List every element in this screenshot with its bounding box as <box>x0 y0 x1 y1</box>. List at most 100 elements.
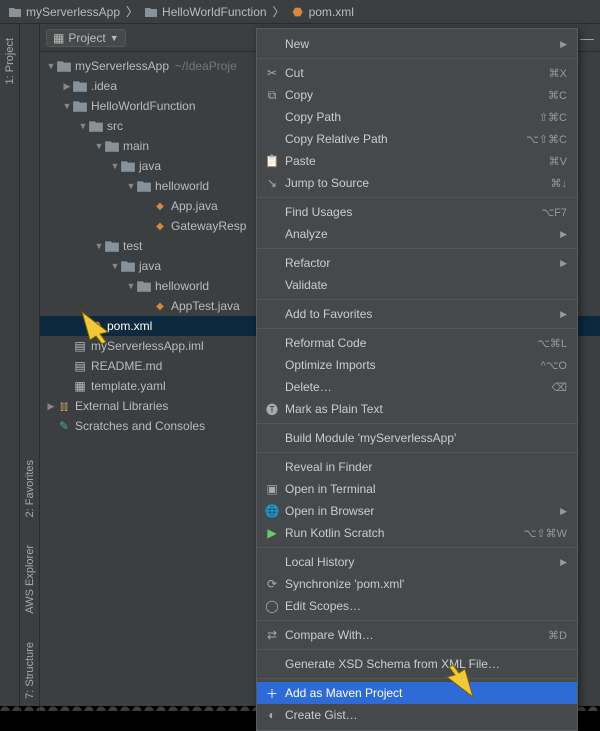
term-icon: ▣ <box>263 482 281 496</box>
submenu-arrow-icon: ▶ <box>560 229 567 240</box>
plus-icon: ＋ <box>263 685 281 702</box>
menu-separator <box>257 620 577 621</box>
menu-item-label: Edit Scopes… <box>285 599 567 613</box>
menu-item[interactable]: Copy Path ⇧⌘C <box>257 106 577 128</box>
tree-label: HelloWorldFunction <box>91 99 196 113</box>
menu-item[interactable]: 🅣 Mark as Plain Text <box>257 398 577 420</box>
menu-item[interactable]: ▣ Open in Terminal <box>257 478 577 500</box>
menu-item[interactable]: Local History▶ <box>257 551 577 573</box>
disclosure-arrow-icon[interactable]: ▼ <box>126 181 136 191</box>
submenu-arrow-icon: ▶ <box>560 39 567 50</box>
disclosure-arrow-icon[interactable]: ▼ <box>126 281 136 291</box>
disclosure-arrow-icon[interactable]: ▶ <box>46 401 56 412</box>
menu-item[interactable]: ✂Cut⌘X <box>257 62 577 84</box>
menu-item-label: Copy Path <box>285 110 535 124</box>
minimize-icon[interactable]: — <box>580 30 594 46</box>
folder-icon <box>104 238 120 254</box>
menu-item[interactable]: Reveal in Finder <box>257 456 577 478</box>
pom-icon: ⬣ <box>291 5 305 19</box>
menu-item[interactable]: ⧉Copy⌘C <box>257 84 577 106</box>
menu-separator <box>257 423 577 424</box>
folder-icon <box>88 118 104 134</box>
copy-icon: ⧉ <box>263 88 281 103</box>
menu-item[interactable]: Reformat Code⌥⌘L <box>257 332 577 354</box>
menu-item[interactable]: Validate <box>257 274 577 296</box>
breadcrumb-item[interactable]: myServerlessApp <box>4 5 124 19</box>
menu-item[interactable]: ⟳Synchronize 'pom.xml' <box>257 573 577 595</box>
panel-title-dropdown[interactable]: ▦ Project ▼ <box>46 29 126 47</box>
menu-separator <box>257 678 577 679</box>
menu-separator <box>257 452 577 453</box>
tool-window-tab[interactable]: 2: Favorites <box>24 452 36 525</box>
menu-item-label: Compare With… <box>285 628 544 642</box>
menu-item[interactable]: ▶Run Kotlin Scratch⌥⇧⌘W <box>257 522 577 544</box>
menu-item[interactable]: Build Module 'myServerlessApp' <box>257 427 577 449</box>
menu-item[interactable]: Analyze ▶ <box>257 223 577 245</box>
disclosure-arrow-icon[interactable]: ▼ <box>94 241 104 251</box>
menu-item[interactable]: 📋 Paste ⌘V <box>257 150 577 172</box>
menu-item[interactable]: New▶ <box>257 33 577 55</box>
menu-item[interactable]: Optimize Imports^⌥O <box>257 354 577 376</box>
menu-item-label: Refactor <box>285 256 556 270</box>
menu-item-label: Synchronize 'pom.xml' <box>285 577 567 591</box>
menu-item[interactable]: ↘Jump to Source⌘↓ <box>257 172 577 194</box>
menu-item[interactable]: Generate XSD Schema from XML File… <box>257 653 577 675</box>
menu-item-label: Analyze <box>285 227 556 241</box>
menu-shortcut: ⌘V <box>549 155 567 168</box>
menu-item[interactable]: Refactor ▶ <box>257 252 577 274</box>
folder-icon <box>144 5 158 19</box>
diff-icon: ⇄ <box>263 628 281 642</box>
menu-item[interactable]: ◯Edit Scopes… <box>257 595 577 617</box>
breadcrumb-item[interactable]: ⬣pom.xml <box>287 5 358 19</box>
project-icon: ▦ <box>53 31 64 45</box>
tool-window-tab[interactable]: 7: Structure <box>24 634 36 707</box>
menu-separator <box>257 328 577 329</box>
submenu-arrow-icon: ▶ <box>560 506 567 517</box>
folder-icon <box>136 278 152 294</box>
menu-shortcut: ⌘↓ <box>551 177 568 190</box>
disclosure-arrow-icon[interactable]: ▼ <box>94 141 104 151</box>
tree-label: pom.xml <box>107 319 152 333</box>
menu-item[interactable]: 🌐Open in Browser▶ <box>257 500 577 522</box>
breadcrumb-item[interactable]: HelloWorldFunction <box>140 5 271 19</box>
folder-icon <box>8 5 22 19</box>
cut-icon: ✂ <box>263 66 281 80</box>
paste-icon: 📋 <box>263 154 281 168</box>
menu-shortcut: ⇧⌘C <box>539 111 567 124</box>
menu-item-label: Reveal in Finder <box>285 460 567 474</box>
disclosure-arrow-icon[interactable]: ▼ <box>62 101 72 111</box>
disclosure-arrow-icon[interactable]: ▼ <box>78 121 88 131</box>
text-icon: 🅣 <box>263 401 281 418</box>
disclosure-arrow-icon[interactable]: ▼ <box>110 161 120 171</box>
tool-window-tab[interactable]: 1: Project <box>4 30 16 92</box>
disclosure-arrow-icon[interactable]: ▶ <box>62 81 72 92</box>
menu-item-label: Validate <box>285 278 567 292</box>
submenu-arrow-icon: ▶ <box>560 258 567 269</box>
menu-item[interactable]: ◐Create Gist… <box>257 704 577 726</box>
menu-item[interactable]: ＋Add as Maven Project <box>257 682 577 704</box>
menu-item-label: Delete… <box>285 380 547 394</box>
tool-window-tab[interactable]: AWS Explorer <box>24 537 36 622</box>
menu-item-label: Create Gist… <box>285 708 567 722</box>
menu-separator <box>257 299 577 300</box>
menu-shortcut: ⌘D <box>548 629 567 642</box>
menu-item-label: Cut <box>285 66 545 80</box>
menu-item[interactable]: Delete… ⌫ <box>257 376 577 398</box>
disclosure-arrow-icon[interactable]: ▼ <box>46 61 56 71</box>
menu-item-label: Optimize Imports <box>285 358 537 372</box>
context-menu: New▶✂Cut⌘X⧉Copy⌘CCopy Path⇧⌘CCopy Relati… <box>256 28 578 731</box>
menu-item-label: Paste <box>285 154 545 168</box>
menu-item[interactable]: Add to Favorites▶ <box>257 303 577 325</box>
disclosure-arrow-icon[interactable]: ▼ <box>110 261 120 271</box>
menu-item[interactable]: ⇄ Compare With… ⌘D <box>257 624 577 646</box>
menu-shortcut: ⌥⇧⌘C <box>526 133 567 146</box>
menu-item[interactable]: Copy Relative Path⌥⇧⌘C <box>257 128 577 150</box>
menu-item-label: Open in Terminal <box>285 482 567 496</box>
tree-label: App.java <box>171 199 218 213</box>
menu-item[interactable]: Find Usages⌥F7 <box>257 201 577 223</box>
panel-title-label: Project <box>68 31 105 45</box>
folder-icon <box>72 78 88 94</box>
folder-icon <box>136 178 152 194</box>
menu-shortcut: ⌫ <box>551 381 567 394</box>
menu-item-label: Mark as Plain Text <box>285 402 567 416</box>
